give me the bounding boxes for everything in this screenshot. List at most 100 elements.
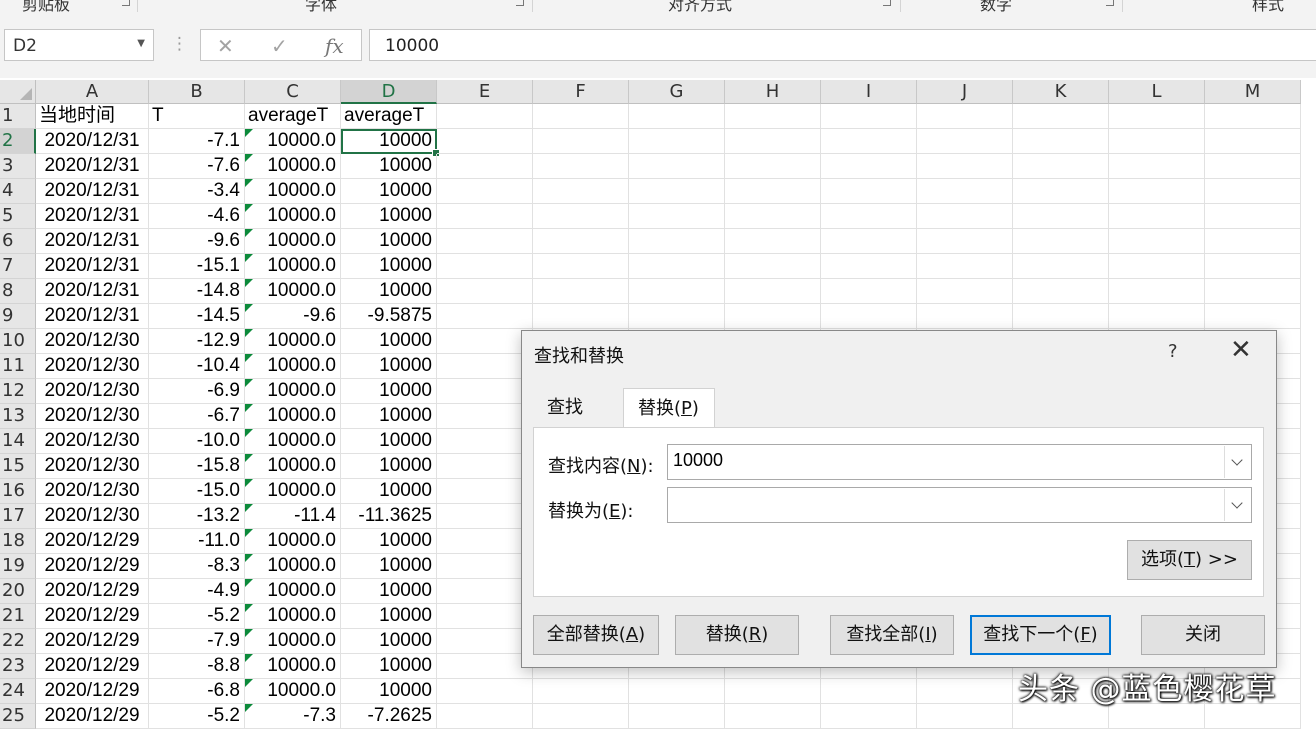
- cell[interactable]: 10000: [341, 129, 440, 157]
- cell[interactable]: [1205, 129, 1301, 154]
- header-cell[interactable]: [821, 104, 917, 129]
- cell[interactable]: 10000.0: [245, 654, 341, 679]
- cell[interactable]: [437, 154, 533, 179]
- cell[interactable]: [437, 254, 533, 279]
- cell[interactable]: 2020/12/31: [36, 229, 149, 254]
- cell[interactable]: [1109, 254, 1205, 279]
- cell[interactable]: -14.8: [149, 279, 245, 304]
- cell[interactable]: [437, 129, 533, 154]
- cell[interactable]: 10000.0: [245, 329, 341, 354]
- cell[interactable]: 2020/12/30: [36, 404, 149, 429]
- cell[interactable]: 10000.0: [245, 429, 341, 454]
- cell[interactable]: [1205, 179, 1301, 204]
- cell[interactable]: 10000: [341, 279, 437, 304]
- header-cell[interactable]: [725, 104, 821, 129]
- column-header-m[interactable]: M: [1205, 80, 1301, 104]
- cell[interactable]: [437, 679, 533, 704]
- cell[interactable]: 10000: [341, 429, 437, 454]
- cell[interactable]: 2020/12/29: [36, 529, 149, 554]
- cell[interactable]: [821, 704, 917, 729]
- row-header[interactable]: 13: [0, 404, 36, 429]
- cancel-icon[interactable]: ✕: [217, 34, 234, 58]
- column-header-d[interactable]: D: [341, 80, 437, 104]
- row-header[interactable]: 19: [0, 554, 36, 579]
- cell[interactable]: [917, 279, 1013, 304]
- cell[interactable]: 10000.0: [245, 154, 341, 179]
- tab-replace[interactable]: 替换(P): [623, 388, 715, 428]
- cell[interactable]: 10000.0: [245, 204, 341, 229]
- cell[interactable]: [437, 354, 533, 379]
- header-cell[interactable]: T: [149, 104, 245, 129]
- find-what-dropdown-button[interactable]: [1224, 446, 1250, 478]
- header-cell[interactable]: [437, 104, 533, 129]
- row-header[interactable]: 15: [0, 454, 36, 479]
- cell[interactable]: 10000.0: [245, 629, 341, 654]
- cell[interactable]: 10000.0: [245, 554, 341, 579]
- cell[interactable]: [725, 254, 821, 279]
- cell[interactable]: [725, 154, 821, 179]
- cell[interactable]: [1013, 204, 1109, 229]
- cell[interactable]: 10000: [341, 579, 437, 604]
- cell[interactable]: 10000: [341, 179, 437, 204]
- cell[interactable]: [533, 254, 629, 279]
- cell[interactable]: [821, 154, 917, 179]
- row-header[interactable]: 10: [0, 329, 36, 354]
- cell[interactable]: -5.2: [149, 704, 245, 729]
- cell[interactable]: [437, 654, 533, 679]
- replace-all-button[interactable]: 全部替换(A): [533, 615, 659, 655]
- cell[interactable]: -7.6: [149, 154, 245, 179]
- header-cell[interactable]: [629, 104, 725, 129]
- cell[interactable]: -3.4: [149, 179, 245, 204]
- cell[interactable]: 2020/12/30: [36, 429, 149, 454]
- replace-with-input[interactable]: [667, 487, 1252, 523]
- cell[interactable]: 10000.0: [245, 479, 341, 504]
- cell[interactable]: -7.9: [149, 629, 245, 654]
- cell[interactable]: [437, 604, 533, 629]
- cell[interactable]: [533, 279, 629, 304]
- select-all-corner[interactable]: [0, 80, 36, 104]
- cell[interactable]: -11.0: [149, 529, 245, 554]
- cell[interactable]: [629, 304, 725, 329]
- row-header[interactable]: 25: [0, 704, 36, 729]
- cell[interactable]: [917, 229, 1013, 254]
- cell[interactable]: [1109, 179, 1205, 204]
- column-header-i[interactable]: I: [821, 80, 917, 104]
- cell[interactable]: [629, 679, 725, 704]
- cell[interactable]: [629, 129, 725, 154]
- cell[interactable]: -13.2: [149, 504, 245, 529]
- row-header[interactable]: 14: [0, 429, 36, 454]
- cell[interactable]: 10000: [341, 604, 437, 629]
- cell[interactable]: 2020/12/31: [36, 304, 149, 329]
- row-header[interactable]: 12: [0, 379, 36, 404]
- enter-icon[interactable]: ✓: [271, 34, 288, 58]
- cell[interactable]: 2020/12/31: [36, 129, 149, 154]
- row-header[interactable]: 4: [0, 179, 36, 204]
- row-header[interactable]: 6: [0, 229, 36, 254]
- row-header[interactable]: 2: [0, 129, 36, 154]
- close-button[interactable]: 关闭: [1141, 615, 1265, 655]
- cell[interactable]: -12.9: [149, 329, 245, 354]
- cell[interactable]: [437, 429, 533, 454]
- cell[interactable]: [533, 229, 629, 254]
- cell[interactable]: [437, 329, 533, 354]
- cell[interactable]: 10000.0: [245, 529, 341, 554]
- cell[interactable]: -15.0: [149, 479, 245, 504]
- name-box[interactable]: D2 ▼: [4, 29, 154, 61]
- column-header-k[interactable]: K: [1013, 80, 1109, 104]
- cell[interactable]: 10000: [341, 679, 437, 704]
- row-header[interactable]: 22: [0, 629, 36, 654]
- cell[interactable]: -14.5: [149, 304, 245, 329]
- cell[interactable]: [533, 154, 629, 179]
- cell[interactable]: [1109, 154, 1205, 179]
- cell[interactable]: [1013, 154, 1109, 179]
- cell[interactable]: -10.4: [149, 354, 245, 379]
- row-header[interactable]: 8: [0, 279, 36, 304]
- dropdown-arrow-icon[interactable]: ▼: [137, 38, 145, 49]
- cell[interactable]: [725, 304, 821, 329]
- cell[interactable]: -6.8: [149, 679, 245, 704]
- cell[interactable]: [821, 229, 917, 254]
- cell[interactable]: 10000: [341, 329, 437, 354]
- cell[interactable]: -11.3625: [341, 504, 437, 529]
- cell[interactable]: [821, 254, 917, 279]
- cell[interactable]: [821, 279, 917, 304]
